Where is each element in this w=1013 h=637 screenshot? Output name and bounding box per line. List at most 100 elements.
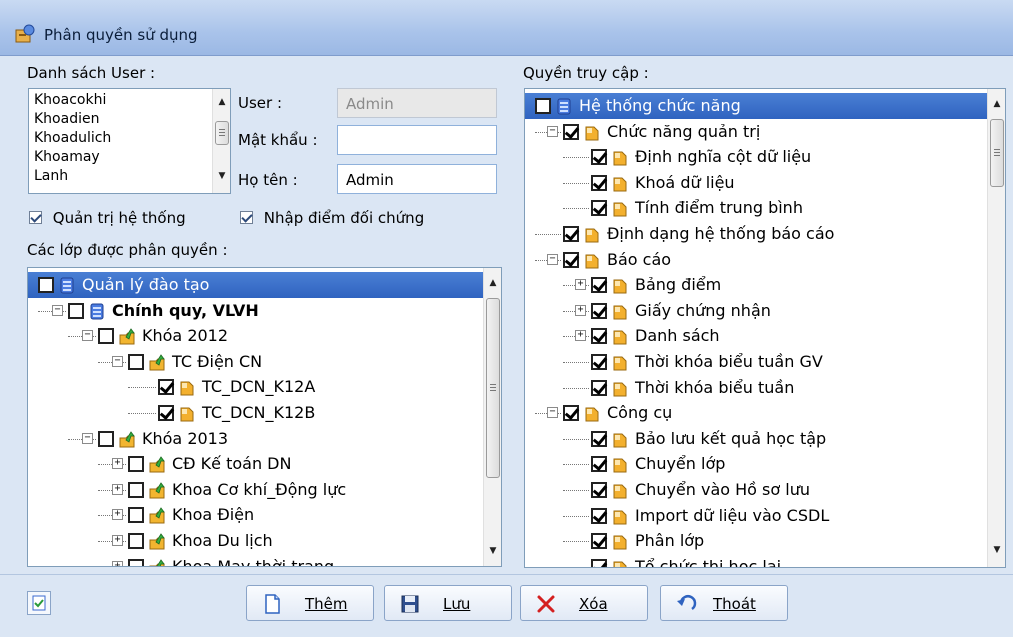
user-list-item[interactable]: Khoacokhi <box>34 92 106 108</box>
tree-row[interactable]: Chuyển lớp <box>525 451 987 477</box>
tree-row[interactable]: Bảo lưu kết quả học tập <box>525 426 987 452</box>
admin-checkbox[interactable] <box>29 211 42 224</box>
tree-row[interactable]: + Giấy chứng nhận <box>525 298 987 324</box>
expand-toggle-icon[interactable]: + <box>112 560 123 566</box>
tree-checkbox[interactable] <box>591 456 607 473</box>
expand-toggle-icon[interactable]: − <box>112 355 123 367</box>
tree-row[interactable]: Hệ thống chức năng <box>525 93 987 119</box>
tree-checkbox[interactable] <box>591 430 607 447</box>
tree-checkbox[interactable] <box>128 481 144 498</box>
tree-checkbox[interactable] <box>591 558 607 567</box>
expand-toggle-icon[interactable]: + <box>112 458 123 470</box>
expand-toggle-icon[interactable]: + <box>575 330 586 342</box>
scroll-down-icon[interactable]: ▼ <box>213 167 231 185</box>
expand-toggle-icon[interactable]: − <box>82 432 93 444</box>
tree-checkbox[interactable] <box>591 277 607 294</box>
scroll-up-icon[interactable]: ▲ <box>988 95 1005 113</box>
admin-option[interactable]: Quản trị hệ thống <box>29 208 186 227</box>
tree-checkbox[interactable] <box>98 328 114 345</box>
tree-row[interactable]: − Công cụ <box>525 400 987 426</box>
tree-checkbox[interactable] <box>591 200 607 217</box>
expand-toggle-icon[interactable]: + <box>112 509 123 521</box>
users-scrollbar[interactable]: ▲ ▼ <box>212 89 230 193</box>
exit-button[interactable]: Thoát <box>660 585 788 621</box>
tree-row[interactable]: Chuyển vào Hồ sơ lưu <box>525 477 987 503</box>
tree-row[interactable]: Thời khóa biểu tuần GV <box>525 349 987 375</box>
scroll-down-icon[interactable]: ▼ <box>484 542 501 560</box>
expand-toggle-icon[interactable]: − <box>82 330 93 342</box>
tree-checkbox[interactable] <box>591 482 607 498</box>
tree-row[interactable]: − TC Điện CN <box>28 349 484 375</box>
tree-checkbox[interactable] <box>68 302 84 319</box>
tree-row[interactable]: Tính điểm trung bình <box>525 195 987 221</box>
tree-checkbox[interactable] <box>591 328 607 345</box>
tree-checkbox[interactable] <box>128 353 144 370</box>
scroll-up-icon[interactable]: ▲ <box>213 93 231 111</box>
tree-row[interactable]: Định dạng hệ thống báo cáo <box>525 221 987 247</box>
control-checkbox[interactable] <box>240 211 253 224</box>
tree-row[interactable]: − Khóa 2012 <box>28 323 484 349</box>
classes-scrollbar[interactable]: ▲ ▼ <box>483 268 501 566</box>
tree-row[interactable]: + Khoa May thời trang <box>28 554 484 566</box>
save-button[interactable]: Lưu <box>384 585 512 621</box>
expand-toggle-icon[interactable]: + <box>575 304 586 316</box>
tree-checkbox[interactable] <box>563 123 579 140</box>
tree-row[interactable]: TC_DCN_K12A <box>28 374 484 400</box>
tree-checkbox[interactable] <box>128 558 144 566</box>
expand-toggle-icon[interactable]: + <box>112 535 123 546</box>
tree-checkbox[interactable] <box>158 405 174 421</box>
tree-row[interactable]: − Chính quy, VLVH <box>28 298 484 324</box>
tree-checkbox[interactable] <box>128 456 144 473</box>
access-tree[interactable]: Hệ thống chức năng − Chức năng quản trị Địn… <box>524 88 1006 568</box>
user-list-item[interactable]: Khoadien <box>34 111 99 127</box>
tree-row[interactable]: − Khóa 2013 <box>28 426 484 452</box>
tree-row[interactable]: TC_DCN_K12B <box>28 400 484 426</box>
users-listbox[interactable]: Khoacokhi Khoadien Khoadulich Khoamay Lanh ▲… <box>28 88 231 194</box>
tree-checkbox[interactable] <box>591 174 607 191</box>
tree-row[interactable]: − Báo cáo <box>525 247 987 273</box>
classes-tree[interactable]: Quản lý đào tạo − Chính quy, VLVH − Khóa 201… <box>27 267 502 567</box>
tree-row[interactable]: Quản lý đào tạo <box>28 272 484 298</box>
control-option[interactable]: Nhập điểm đối chứng <box>240 208 424 227</box>
tree-checkbox[interactable] <box>591 302 607 319</box>
tree-row[interactable]: Phân lớp <box>525 528 987 554</box>
tree-row[interactable]: Khoá dữ liệu <box>525 170 987 196</box>
user-list-item[interactable]: Khoamay <box>34 149 100 165</box>
add-button[interactable]: Thêm <box>246 585 374 621</box>
tree-checkbox[interactable] <box>38 277 54 293</box>
tree-row[interactable]: − Chức năng quản trị <box>525 119 987 145</box>
tree-checkbox[interactable] <box>158 379 174 396</box>
tree-row[interactable]: Import dữ liệu vào CSDL <box>525 503 987 529</box>
scroll-thumb[interactable] <box>486 298 500 478</box>
tree-checkbox[interactable] <box>128 507 144 524</box>
scroll-thumb[interactable] <box>215 121 229 145</box>
select-all-button[interactable] <box>27 591 51 615</box>
tree-row[interactable]: + Khoa Cơ khí_Động lực <box>28 477 484 503</box>
tree-checkbox[interactable] <box>591 379 607 396</box>
user-list-item[interactable]: Lanh <box>34 168 68 184</box>
tree-checkbox[interactable] <box>128 533 144 549</box>
tree-checkbox[interactable] <box>563 251 579 268</box>
delete-button[interactable]: Xóa <box>520 585 648 621</box>
user-field[interactable]: Admin <box>337 88 497 118</box>
tree-row[interactable]: Tổ chức thi học lại <box>525 554 987 567</box>
tree-checkbox[interactable] <box>563 226 579 242</box>
tree-row[interactable]: + Khoa Du lịch <box>28 528 484 554</box>
scroll-thumb[interactable] <box>990 119 1004 187</box>
expand-toggle-icon[interactable]: + <box>575 279 586 291</box>
expand-toggle-icon[interactable]: − <box>547 125 558 137</box>
fullname-field[interactable]: Admin <box>337 164 497 194</box>
tree-row[interactable]: + Bảng điểm <box>525 272 987 298</box>
tree-checkbox[interactable] <box>591 507 607 524</box>
tree-checkbox[interactable] <box>563 405 579 422</box>
scroll-up-icon[interactable]: ▲ <box>484 274 501 292</box>
tree-row[interactable]: Thời khóa biểu tuần <box>525 375 987 401</box>
tree-checkbox[interactable] <box>591 533 607 550</box>
tree-checkbox[interactable] <box>535 98 551 114</box>
tree-row[interactable]: + Khoa Điện <box>28 502 484 528</box>
access-scrollbar[interactable]: ▲ ▼ <box>987 89 1005 567</box>
tree-checkbox[interactable] <box>591 354 607 370</box>
expand-toggle-icon[interactable]: − <box>52 304 63 316</box>
tree-row[interactable]: + CĐ Kế toán DN <box>28 451 484 477</box>
scroll-down-icon[interactable]: ▼ <box>988 541 1005 559</box>
